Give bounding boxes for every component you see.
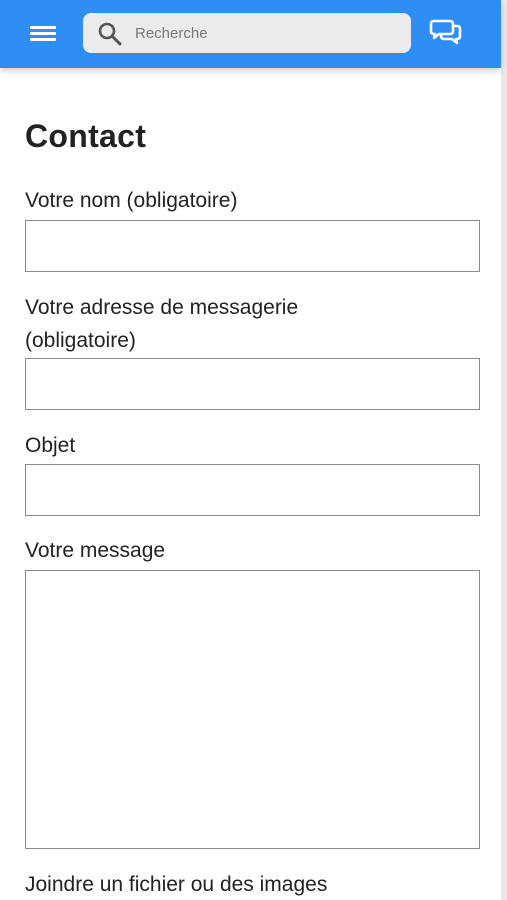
scroll-edge <box>501 0 507 900</box>
search-icon <box>98 22 122 46</box>
contact-form-section: Contact Votre nom (obligatoire) Votre ad… <box>0 68 501 900</box>
search-box[interactable] <box>83 13 411 53</box>
attachment-label: Joindre un fichier ou des images <box>25 873 328 896</box>
name-label: Votre nom (obligatoire) <box>25 189 238 212</box>
message-label: Votre message <box>25 539 166 562</box>
speech-bubbles-icon[interactable] <box>428 17 464 45</box>
email-label-line2: (obligatoire) <box>25 329 136 352</box>
hamburger-menu-icon[interactable] <box>28 22 60 46</box>
email-label-line1: Votre adresse de messagerie <box>25 296 299 319</box>
subject-field[interactable] <box>25 464 480 516</box>
message-textarea[interactable] <box>25 570 480 849</box>
top-app-bar <box>0 0 501 68</box>
page-title: Contact <box>25 118 147 154</box>
page: Contact Votre nom (obligatoire) Votre ad… <box>0 0 507 900</box>
subject-label: Objet <box>25 434 76 457</box>
search-input[interactable] <box>135 19 397 47</box>
name-field[interactable] <box>25 220 480 272</box>
email-field[interactable] <box>25 358 480 410</box>
